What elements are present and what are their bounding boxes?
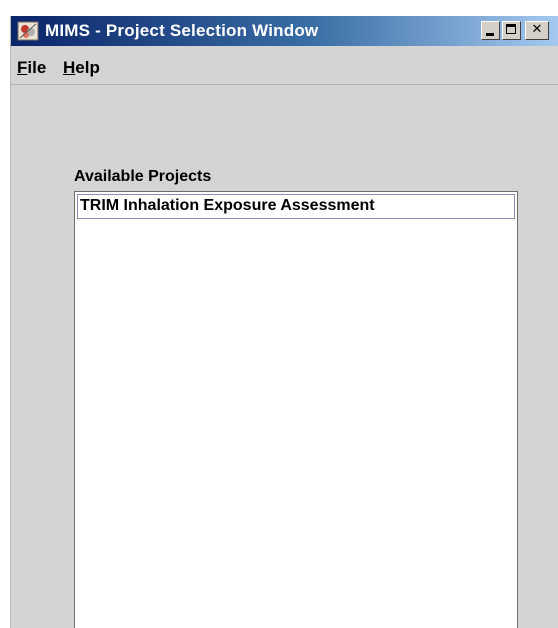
title-bar[interactable]: MIMS - Project Selection Window ✕ <box>11 16 558 46</box>
available-projects-label: Available Projects <box>74 168 212 185</box>
menu-bar: File Help <box>11 46 558 85</box>
maximize-icon <box>506 24 516 34</box>
project-selection-window: MIMS - Project Selection Window ✕ File H… <box>10 16 558 628</box>
minimize-button[interactable] <box>481 21 500 40</box>
project-item-label: TRIM Inhalation Exposure Assessment <box>80 197 375 214</box>
menu-file-label: ile <box>27 58 47 77</box>
window-title: MIMS - Project Selection Window <box>45 21 319 40</box>
list-item[interactable]: TRIM Inhalation Exposure Assessment <box>77 194 515 219</box>
menu-help-label: elp <box>75 58 100 77</box>
menu-file[interactable]: File <box>17 58 46 78</box>
project-list[interactable]: TRIM Inhalation Exposure Assessment <box>74 191 518 628</box>
menu-help-mnemonic: H <box>63 58 76 77</box>
mims-app-icon <box>17 21 39 41</box>
minimize-icon <box>486 33 494 36</box>
close-icon: ✕ <box>531 22 543 37</box>
maximize-button[interactable] <box>502 21 521 40</box>
close-button[interactable]: ✕ <box>525 21 549 40</box>
menu-help[interactable]: Help <box>63 58 100 78</box>
menu-file-mnemonic: F <box>17 58 28 77</box>
